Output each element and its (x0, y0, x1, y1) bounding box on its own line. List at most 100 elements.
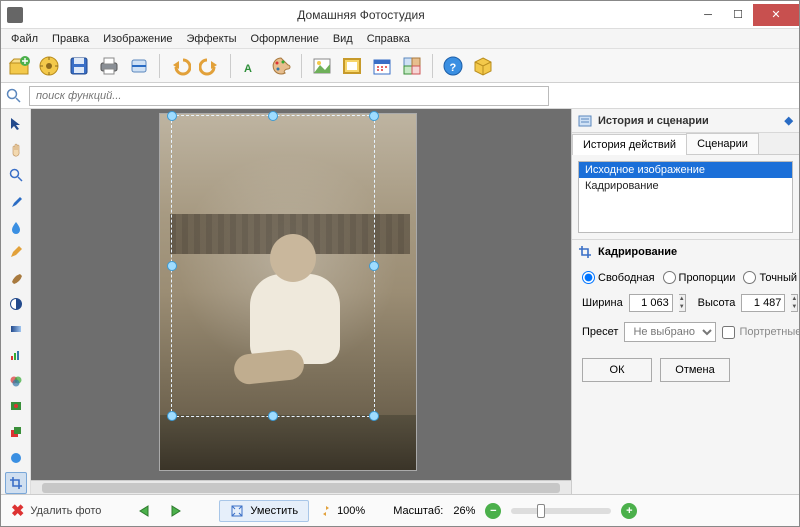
close-button[interactable]: ✕ (753, 4, 799, 26)
portrait-checkbox[interactable]: Портретные (722, 326, 800, 339)
search-row (1, 83, 799, 109)
footer-bar: ✖ Удалить фото Уместить 100% Масштаб: 26… (1, 494, 799, 526)
export-icon[interactable] (35, 52, 63, 80)
pointer-tool-icon[interactable] (5, 113, 27, 135)
zoom-100-icon (319, 504, 333, 518)
crop-section-title: Кадрирование (598, 246, 677, 258)
tab-history[interactable]: История действий (572, 134, 687, 155)
preset-label: Пресет (582, 326, 618, 338)
zoom-in-button[interactable]: + (621, 503, 637, 519)
round-tool-icon[interactable] (5, 447, 27, 469)
zoom-out-button[interactable]: − (485, 503, 501, 519)
delete-icon: ✖ (11, 501, 24, 521)
right-panel: История и сценарии ◆ История действий Сц… (571, 109, 799, 494)
maximize-button[interactable]: ☐ (723, 4, 753, 26)
menu-image[interactable]: Изображение (97, 31, 178, 47)
scale-value: 26% (453, 505, 475, 517)
remove-photo-button[interactable]: ✖ Удалить фото (11, 501, 101, 521)
layers-tool-icon[interactable] (5, 421, 27, 443)
drop-tool-icon[interactable] (5, 216, 27, 238)
save-icon[interactable] (65, 52, 93, 80)
eyedropper-tool-icon[interactable] (5, 190, 27, 212)
hand-tool-icon[interactable] (5, 139, 27, 161)
crop-rectangle[interactable] (171, 115, 375, 417)
cancel-button[interactable]: Отмена (660, 358, 730, 382)
zoom-tool-icon[interactable] (5, 164, 27, 186)
crop-handle[interactable] (268, 111, 278, 121)
crop-handle[interactable] (268, 411, 278, 421)
app-icon (7, 7, 23, 23)
levels-tool-icon[interactable] (5, 344, 27, 366)
height-label: Высота (698, 297, 736, 309)
search-icon (5, 87, 23, 105)
scale-label: Масштаб: (393, 505, 443, 517)
history-item[interactable]: Кадрирование (579, 178, 792, 194)
channels-tool-icon[interactable] (5, 370, 27, 392)
svg-text:A: A (244, 63, 252, 75)
menu-effects[interactable]: Эффекты (181, 31, 243, 47)
palette-icon[interactable] (267, 52, 295, 80)
crop-handle[interactable] (369, 411, 379, 421)
remove-photo-label: Удалить фото (30, 505, 101, 517)
radio-free[interactable]: Свободная (582, 271, 655, 284)
ok-button[interactable]: ОК (582, 358, 652, 382)
package-icon[interactable] (469, 52, 497, 80)
title-bar: Домашняя Фотостудия ─ ☐ ✕ (1, 1, 799, 29)
crop-handle[interactable] (167, 111, 177, 121)
brush-tool-icon[interactable] (5, 267, 27, 289)
crop-handle[interactable] (167, 261, 177, 271)
text-icon[interactable]: A (237, 52, 265, 80)
main-toolbar: A ? (1, 49, 799, 83)
zoom-slider[interactable] (511, 508, 611, 514)
frame-icon[interactable] (338, 52, 366, 80)
height-spinner[interactable]: ▲▼ (791, 294, 798, 312)
width-spinner[interactable]: ▲▼ (679, 294, 686, 312)
radio-exact[interactable]: Точный размер (743, 271, 800, 284)
open-icon[interactable] (5, 52, 33, 80)
image-icon[interactable] (308, 52, 336, 80)
crop-handle[interactable] (167, 411, 177, 421)
history-panel-title: История и сценарии (598, 115, 709, 127)
width-input[interactable] (629, 294, 673, 312)
collage-icon[interactable] (398, 52, 426, 80)
calendar-icon[interactable] (368, 52, 396, 80)
gradient-tool-icon[interactable] (5, 318, 27, 340)
tab-scenarios[interactable]: Сценарии (686, 133, 759, 154)
prev-photo-button[interactable] (135, 502, 155, 520)
left-toolbar (1, 109, 31, 494)
canvas-area[interactable] (31, 109, 571, 494)
next-photo-button[interactable] (165, 502, 185, 520)
menu-file[interactable]: Файл (5, 31, 44, 47)
collapse-icon[interactable]: ◆ (785, 114, 793, 127)
contrast-tool-icon[interactable] (5, 293, 27, 315)
pencil-tool-icon[interactable] (5, 241, 27, 263)
height-input[interactable] (741, 294, 785, 312)
redo-icon[interactable] (196, 52, 224, 80)
history-item[interactable]: Исходное изображение (579, 162, 792, 178)
menu-help[interactable]: Справка (361, 31, 416, 47)
menu-design[interactable]: Оформление (245, 31, 325, 47)
history-list[interactable]: Исходное изображение Кадрирование (578, 161, 793, 233)
crop-tool-icon[interactable] (5, 472, 27, 494)
crop-handle[interactable] (369, 261, 379, 271)
crop-section-icon (578, 245, 592, 259)
svg-text:?: ? (450, 62, 457, 74)
undo-icon[interactable] (166, 52, 194, 80)
minimize-button[interactable]: ─ (693, 4, 723, 26)
preset-select[interactable]: Не выбрано (624, 322, 716, 342)
menu-edit[interactable]: Правка (46, 31, 95, 47)
history-panel-icon (578, 114, 592, 128)
radio-proportions[interactable]: Пропорции (663, 271, 736, 284)
window-title: Домашняя Фотостудия (29, 8, 693, 22)
zoom-100-button[interactable]: 100% (319, 504, 365, 518)
search-input[interactable] (29, 86, 549, 106)
width-label: Ширина (582, 297, 623, 309)
menu-view[interactable]: Вид (327, 31, 359, 47)
scan-icon[interactable] (125, 52, 153, 80)
redeye-tool-icon[interactable] (5, 395, 27, 417)
fit-button[interactable]: Уместить (219, 500, 309, 522)
crop-handle[interactable] (369, 111, 379, 121)
horizontal-scrollbar[interactable] (31, 480, 571, 494)
print-icon[interactable] (95, 52, 123, 80)
help-icon[interactable]: ? (439, 52, 467, 80)
